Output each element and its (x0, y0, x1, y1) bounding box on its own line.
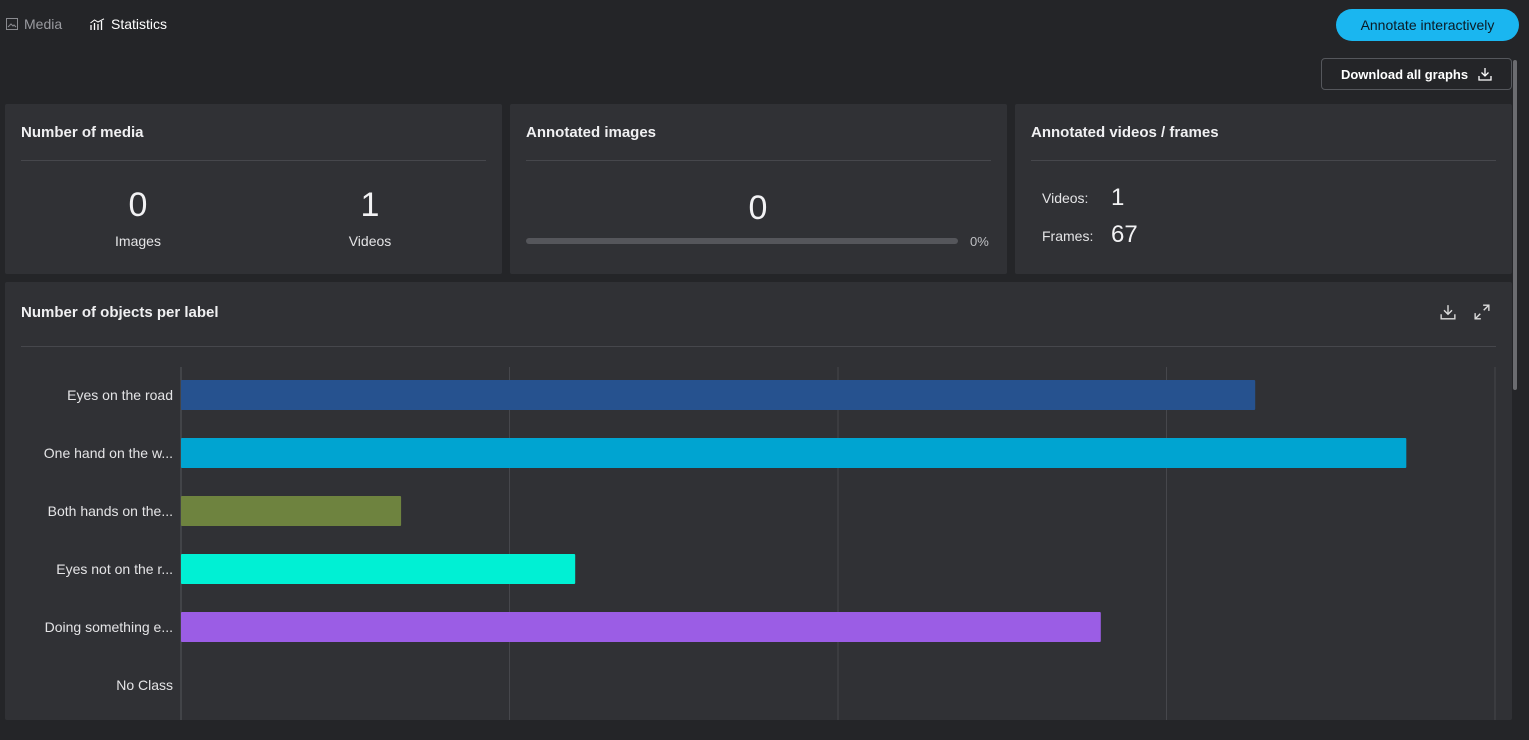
images-count: 0 (128, 186, 148, 224)
download-all-graphs-button[interactable]: Download all graphs (1321, 58, 1512, 90)
card-title: Number of media (21, 124, 144, 141)
card-title: Annotated images (526, 124, 657, 141)
annotated-videos-card: Annotated videos / frames Videos: 1 Fram… (1015, 104, 1512, 274)
category-label: Eyes on the road (67, 387, 173, 403)
frames-value: 67 (1111, 221, 1138, 248)
divider (1031, 160, 1496, 161)
tab-statistics[interactable]: Statistics (90, 16, 167, 32)
category-label: Doing something e... (45, 619, 173, 635)
tab-statistics-label: Statistics (111, 16, 168, 32)
category-label: No Class (116, 677, 173, 693)
tab-media-label: Media (24, 16, 63, 32)
divider (526, 160, 991, 161)
bar[interactable] (181, 380, 1256, 410)
bar[interactable] (181, 496, 402, 526)
image-icon (6, 18, 18, 30)
progress-percent: 0% (970, 234, 989, 249)
category-label: One hand on the w... (44, 445, 173, 461)
videos-value: 1 (1111, 184, 1125, 211)
download-all-label: Download all graphs (1340, 66, 1469, 82)
annotated-images-progress (526, 238, 958, 244)
objects-per-label-panel: Number of objects per label Eyes on the … (5, 282, 1512, 720)
bar[interactable] (181, 438, 1407, 468)
videos-count: 1 (360, 186, 380, 224)
frames-label: Frames: (1042, 228, 1094, 244)
videos-label: Videos (348, 233, 392, 249)
tab-media[interactable]: Media (6, 16, 62, 32)
category-label: Eyes not on the r... (56, 561, 173, 577)
objects-per-label-chart: Eyes on the road One hand on the w... Both… (44, 367, 1496, 720)
download-icon (1478, 68, 1492, 81)
scrollbar[interactable] (1513, 60, 1517, 390)
top-bar: Media Statistics Annotate interactively (0, 0, 1529, 50)
card-title: Annotated videos / frames (1031, 124, 1219, 141)
annotate-interactively-button[interactable]: Annotate interactively (1336, 9, 1519, 41)
number-of-media-card: Number of media 0 Images 1 Videos (5, 104, 502, 274)
images-label: Images (115, 233, 161, 249)
bar[interactable] (181, 612, 1101, 642)
bar[interactable] (181, 554, 576, 584)
annotated-images-count: 0 (748, 189, 768, 227)
category-label: Both hands on the... (48, 503, 173, 519)
bar-chart-icon (90, 17, 105, 30)
divider (21, 160, 486, 161)
videos-label: Videos: (1042, 190, 1089, 206)
annotated-images-card: Annotated images 0 0% (510, 104, 1007, 274)
